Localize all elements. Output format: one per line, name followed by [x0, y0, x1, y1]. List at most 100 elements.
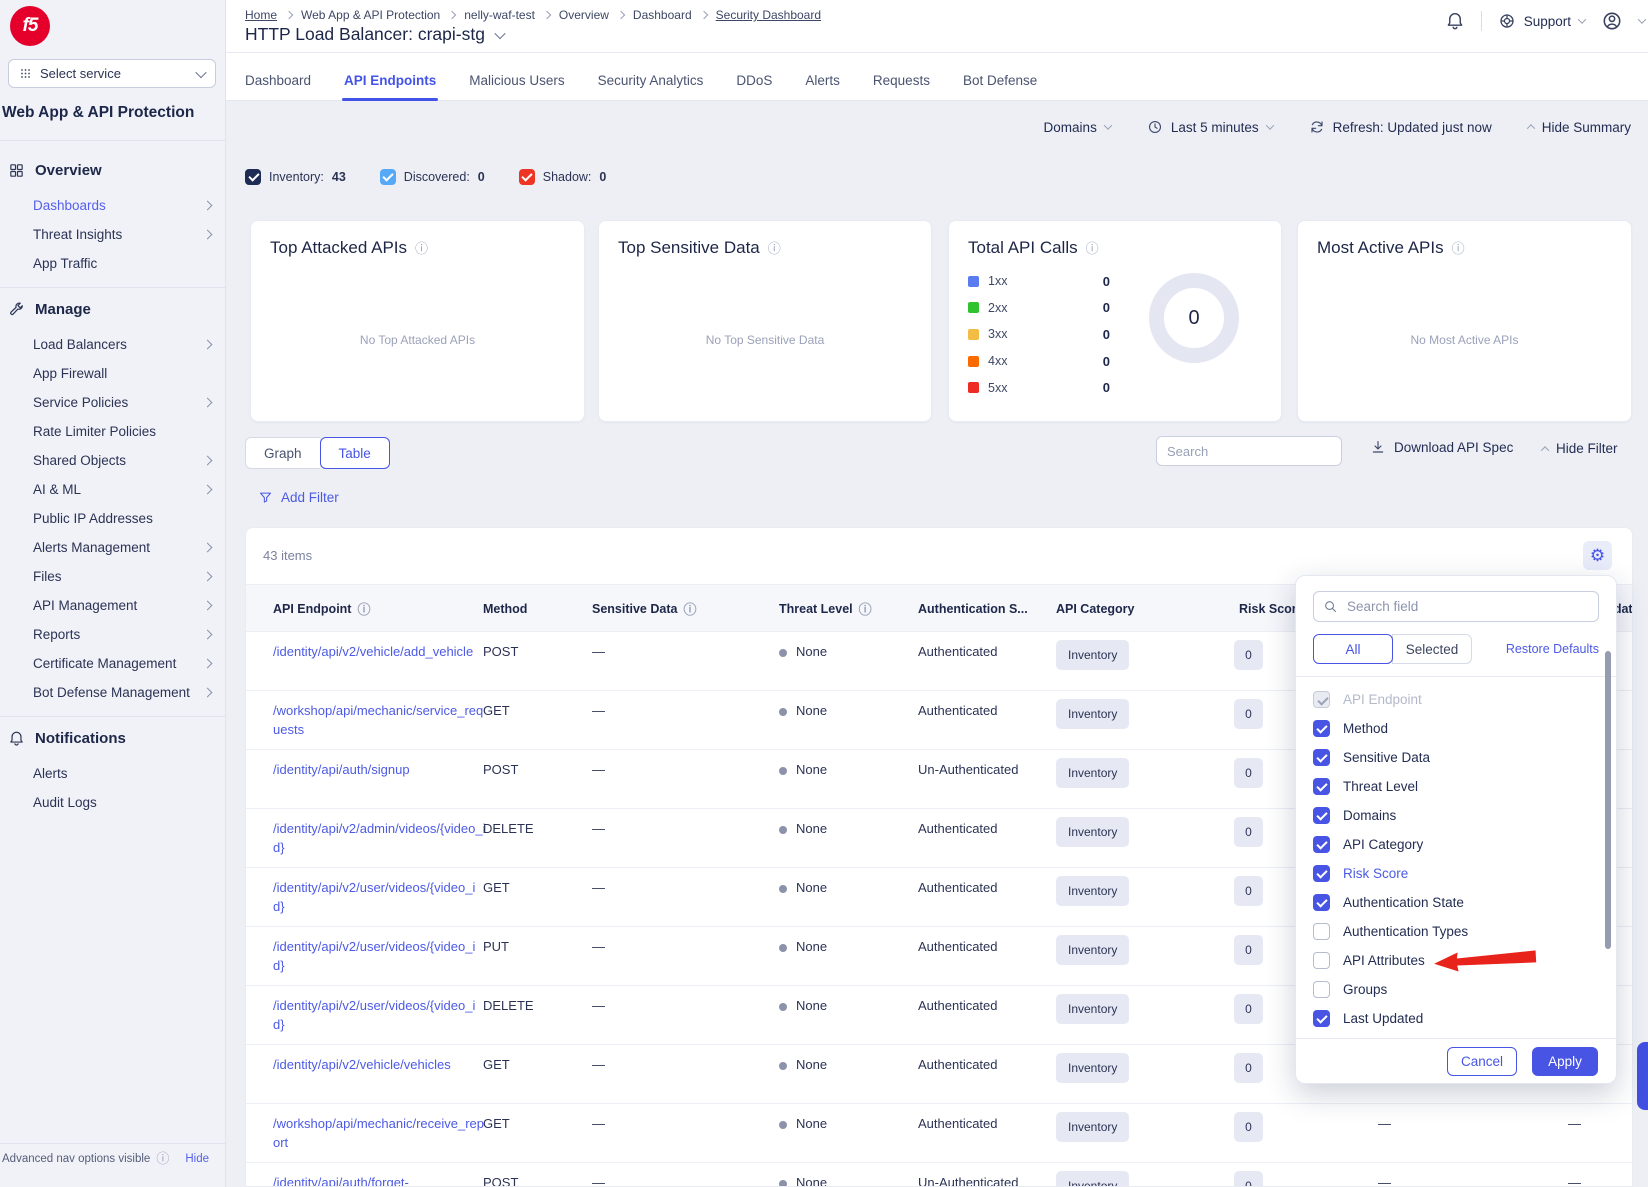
field-option-domains[interactable]: Domains	[1296, 801, 1616, 830]
download-api-spec-button[interactable]: Download API Spec	[1370, 439, 1513, 455]
endpoint-link[interactable]: /identity/api/v2/user/videos/{video_id}	[273, 996, 486, 1034]
time-range-dropdown[interactable]: Last 5 minutes	[1147, 119, 1273, 135]
apply-button[interactable]: Apply	[1532, 1047, 1598, 1076]
column-header-method[interactable]: Method	[483, 585, 527, 633]
add-filter-button[interactable]: Add Filter	[258, 490, 339, 505]
tab-requests[interactable]: Requests	[873, 61, 930, 101]
checkbox-api-category[interactable]	[1313, 836, 1330, 853]
sidebar-item-audit-logs[interactable]: Audit Logs	[0, 788, 225, 817]
filter-selected-button[interactable]: Selected	[1392, 634, 1472, 664]
bell-icon[interactable]	[1445, 11, 1465, 31]
column-header-api-endpoint[interactable]: API Endpointⓘ	[273, 585, 370, 633]
field-option-last-updated[interactable]: Last Updated	[1296, 1004, 1616, 1033]
checkbox-authentication-state[interactable]	[1313, 894, 1330, 911]
sidebar-item-shared-objects[interactable]: Shared Objects	[0, 446, 225, 475]
f5-logo[interactable]: f5	[10, 6, 50, 46]
refresh-button[interactable]: Refresh: Updated just now	[1309, 119, 1492, 135]
sidebar-item-threat-insights[interactable]: Threat Insights	[0, 220, 225, 249]
filter-all-button[interactable]: All	[1313, 634, 1393, 664]
checkbox-inventory[interactable]	[245, 169, 261, 185]
field-search-input[interactable]	[1345, 598, 1589, 615]
column-header-risk-score[interactable]: Risk Score	[1239, 585, 1304, 633]
checkbox-discovered[interactable]	[380, 169, 396, 185]
info-icon[interactable]: ⓘ	[357, 603, 370, 616]
info-icon[interactable]: ⓘ	[1452, 242, 1465, 255]
info-icon[interactable]: ⓘ	[156, 1152, 169, 1165]
hide-nav-link[interactable]: Hide	[185, 1153, 209, 1165]
domains-dropdown[interactable]: Domains	[1044, 120, 1111, 135]
info-icon[interactable]: ⓘ	[859, 603, 872, 616]
sidebar-item-app-traffic[interactable]: App Traffic	[0, 249, 225, 278]
endpoint-link[interactable]: /identity/api/v2/vehicle/vehicles	[273, 1055, 486, 1074]
sidebar-item-service-policies[interactable]: Service Policies	[0, 388, 225, 417]
breadcrumb-item-security-dashboard[interactable]: Security Dashboard	[716, 8, 821, 22]
field-option-api-endpoint[interactable]: API Endpoint	[1296, 685, 1616, 714]
sidebar-item-files[interactable]: Files	[0, 562, 225, 591]
checkbox-groups[interactable]	[1313, 981, 1330, 998]
field-option-sensitive-data[interactable]: Sensitive Data	[1296, 743, 1616, 772]
restore-defaults-link[interactable]: Restore Defaults	[1506, 642, 1599, 656]
scrollbar[interactable]	[1605, 651, 1611, 949]
breadcrumb-item-nelly-waf-test[interactable]: nelly-waf-test	[464, 8, 535, 22]
sidebar-item-rate-limiter-policies[interactable]: Rate Limiter Policies	[0, 417, 225, 446]
info-icon[interactable]: ⓘ	[768, 242, 781, 255]
field-option-authentication-types[interactable]: Authentication Types	[1296, 917, 1616, 946]
checkbox-api-attributes[interactable]	[1313, 952, 1330, 969]
sidebar-item-bot-defense-management[interactable]: Bot Defense Management	[0, 678, 225, 707]
hide-filter-button[interactable]: Hide Filter	[1542, 441, 1618, 456]
sidebar-item-public-ip-addresses[interactable]: Public IP Addresses	[0, 504, 225, 533]
account-icon[interactable]	[1601, 10, 1623, 32]
endpoint-link[interactable]: /identity/api/v2/vehicle/add_vehicle	[273, 642, 486, 661]
checkbox-risk-score[interactable]	[1313, 865, 1330, 882]
info-icon[interactable]: ⓘ	[415, 242, 428, 255]
breadcrumb-item-overview[interactable]: Overview	[559, 8, 609, 22]
endpoint-link[interactable]: /identity/api/v2/user/videos/{video_id}	[273, 878, 486, 916]
chevron-down-icon[interactable]	[494, 27, 505, 38]
endpoint-link[interactable]: /identity/api/v2/admin/videos/{video_id}	[273, 819, 486, 857]
breadcrumb-item-home[interactable]: Home	[245, 8, 277, 22]
hide-summary-button[interactable]: Hide Summary	[1528, 120, 1631, 135]
column-header-threat-level[interactable]: Threat Levelⓘ	[779, 585, 872, 633]
sidebar-item-dashboards[interactable]: Dashboards	[0, 191, 225, 220]
tab-dashboard[interactable]: Dashboard	[245, 61, 311, 101]
endpoint-link[interactable]: /identity/api/v2/user/videos/{video_id}	[273, 937, 486, 975]
breadcrumb-item-web-app-api-protection[interactable]: Web App & API Protection	[301, 8, 440, 22]
sidebar-item-api-management[interactable]: API Management	[0, 591, 225, 620]
sidebar-item-load-balancers[interactable]: Load Balancers	[0, 330, 225, 359]
info-icon[interactable]: ⓘ	[1086, 242, 1099, 255]
select-service-dropdown[interactable]: Select service	[8, 59, 216, 88]
field-option-authentication-state[interactable]: Authentication State	[1296, 888, 1616, 917]
sidebar-item-app-firewall[interactable]: App Firewall	[0, 359, 225, 388]
info-icon[interactable]: ⓘ	[683, 603, 696, 616]
table-view-button[interactable]: Table	[320, 437, 390, 469]
checkbox-domains[interactable]	[1313, 807, 1330, 824]
checkbox-sensitive-data[interactable]	[1313, 749, 1330, 766]
gear-icon[interactable]: ⚙	[1583, 541, 1612, 570]
sidebar-item-certificate-management[interactable]: Certificate Management	[0, 649, 225, 678]
checkbox-authentication-types[interactable]	[1313, 923, 1330, 940]
field-option-api-category[interactable]: API Category	[1296, 830, 1616, 859]
field-option-threat-level[interactable]: Threat Level	[1296, 772, 1616, 801]
column-header-authentication-s[interactable]: Authentication S...	[918, 585, 1028, 633]
support-menu[interactable]: Support	[1498, 12, 1585, 30]
column-header-sensitive-data[interactable]: Sensitive Dataⓘ	[592, 585, 696, 633]
sidebar-item-alerts-management[interactable]: Alerts Management	[0, 533, 225, 562]
endpoint-link[interactable]: /workshop/api/mechanic/receive_report	[273, 1114, 486, 1152]
checkbox-last-updated[interactable]	[1313, 1010, 1330, 1027]
endpoint-link[interactable]: /workshop/api/mechanic/service_requests	[273, 701, 486, 739]
tab-bot-defense[interactable]: Bot Defense	[963, 61, 1037, 101]
edge-widget-button[interactable]	[1637, 1042, 1648, 1110]
breadcrumb-item-dashboard[interactable]: Dashboard	[633, 8, 692, 22]
tab-security-analytics[interactable]: Security Analytics	[598, 61, 704, 101]
tab-malicious-users[interactable]: Malicious Users	[469, 61, 564, 101]
field-option-api-attributes[interactable]: API Attributes	[1296, 946, 1616, 975]
sidebar-item-ai-ml[interactable]: AI & ML	[0, 475, 225, 504]
endpoint-link[interactable]: /identity/api/auth/signup	[273, 760, 486, 779]
search-input[interactable]	[1157, 437, 1341, 465]
sidebar-item-reports[interactable]: Reports	[0, 620, 225, 649]
tab-api-endpoints[interactable]: API Endpoints	[344, 61, 436, 101]
field-option-method[interactable]: Method	[1296, 714, 1616, 743]
endpoint-link[interactable]: /identity/api/auth/forget-	[273, 1173, 486, 1187]
cancel-button[interactable]: Cancel	[1447, 1047, 1517, 1076]
field-option-risk-score[interactable]: Risk Score	[1296, 859, 1616, 888]
